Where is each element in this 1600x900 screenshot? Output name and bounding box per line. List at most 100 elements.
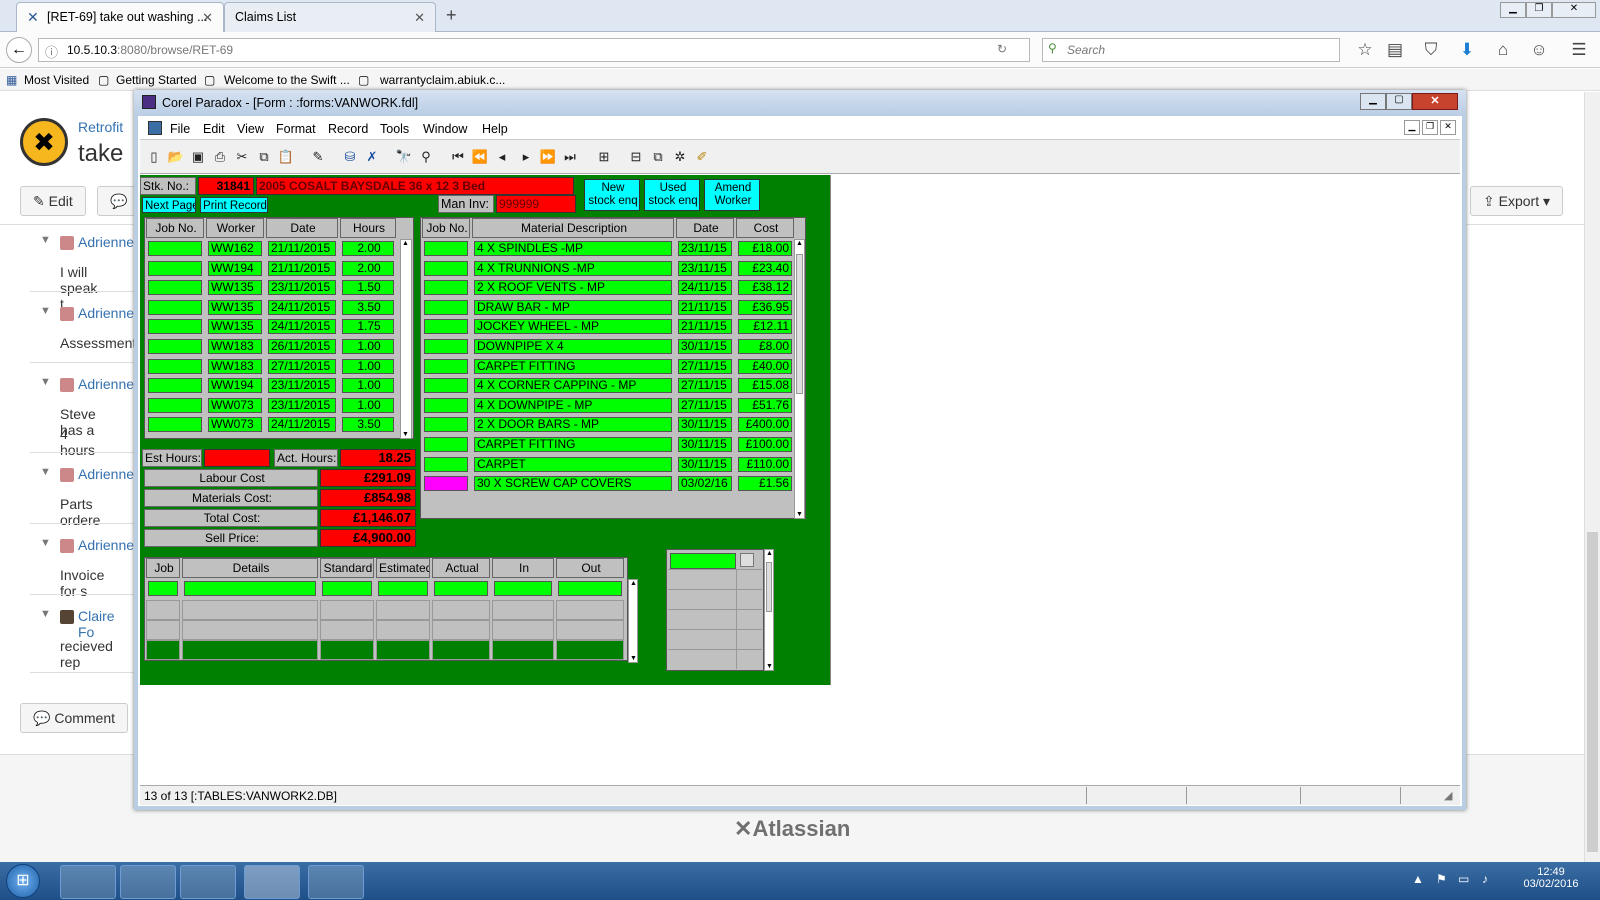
material-cost-cell[interactable]: £51.76 bbox=[738, 397, 792, 413]
side-grid-row[interactable] bbox=[668, 609, 762, 629]
collapse-chevron-icon[interactable]: ▼ bbox=[40, 234, 51, 246]
job-actual-cell[interactable] bbox=[432, 600, 490, 620]
close-window-icon[interactable]: ✕ bbox=[1412, 93, 1458, 110]
labour-hours-cell[interactable]: 1.00 bbox=[342, 397, 394, 413]
reload-icon[interactable]: ↻ bbox=[997, 42, 1007, 56]
material-jobno-cell[interactable] bbox=[424, 260, 468, 276]
prev-record-icon[interactable]: ◂ bbox=[492, 147, 512, 167]
material-jobno-cell[interactable] bbox=[424, 437, 468, 452]
job-standard-cell[interactable] bbox=[322, 581, 372, 596]
job-job-cell[interactable] bbox=[146, 600, 180, 620]
materials-cost-field[interactable]: £854.98 bbox=[320, 489, 416, 507]
labour-hours-cell[interactable]: 2.00 bbox=[342, 260, 394, 276]
zoom-icon[interactable]: ⊞ bbox=[594, 147, 614, 167]
material-date-cell[interactable]: 21/11/15 bbox=[678, 319, 732, 335]
form-doc-icon[interactable] bbox=[148, 121, 162, 135]
experts-wand-icon[interactable]: ✐ bbox=[692, 147, 712, 167]
material-jobno-cell[interactable] bbox=[424, 378, 468, 394]
material-description-cell[interactable]: 30 X SCREW CAP COVERS bbox=[474, 476, 672, 492]
reading-list-icon[interactable]: ▤ bbox=[1384, 40, 1406, 62]
side-grid-field[interactable] bbox=[670, 553, 736, 569]
paradox-taskbar-icon[interactable] bbox=[244, 865, 300, 899]
explorer-taskbar-icon[interactable] bbox=[60, 865, 116, 899]
collapse-chevron-icon[interactable]: ▼ bbox=[40, 305, 51, 317]
pocket-icon[interactable]: ⛉ bbox=[1420, 40, 1442, 62]
job-job-cell[interactable] bbox=[146, 620, 180, 640]
menu-view[interactable]: View bbox=[237, 122, 264, 136]
material-date-cell[interactable]: 30/11/15 bbox=[678, 456, 732, 472]
material-description-cell[interactable]: 4 X DOWNPIPE - MP bbox=[474, 397, 672, 413]
labour-date-cell[interactable]: 21/11/2015 bbox=[268, 260, 336, 276]
author-link[interactable]: Adrienne bbox=[78, 305, 134, 321]
print-record-button[interactable]: Print Record bbox=[200, 197, 268, 213]
new-icon[interactable]: ▯ bbox=[144, 147, 164, 167]
new-tab-icon[interactable]: + bbox=[446, 5, 457, 26]
first-record-icon[interactable]: ⏮ bbox=[448, 147, 468, 167]
labour-worker-cell[interactable]: WW135 bbox=[208, 319, 262, 335]
material-jobno-cell[interactable] bbox=[424, 280, 468, 296]
job-estimated-cell[interactable] bbox=[378, 581, 428, 596]
material-jobno-cell[interactable] bbox=[424, 241, 468, 256]
material-cost-cell[interactable]: £400.00 bbox=[738, 417, 792, 433]
scroll-down-icon[interactable]: ▼ bbox=[402, 431, 409, 438]
scroll-down-icon[interactable]: ▼ bbox=[630, 655, 637, 662]
clock[interactable]: 12:49 03/02/2016 bbox=[1522, 866, 1580, 890]
material-date-cell[interactable]: 24/11/15 bbox=[678, 280, 732, 296]
stk-description-field[interactable]: 2005 COSALT BAYSDALE 36 x 12 3 Bed bbox=[256, 177, 574, 195]
query-icon[interactable]: ⧉ bbox=[648, 147, 668, 167]
material-description-cell[interactable]: DOWNPIPE X 4 bbox=[474, 339, 672, 354]
material-jobno-cell[interactable] bbox=[424, 456, 468, 472]
material-jobno-cell[interactable] bbox=[424, 339, 468, 354]
scroll-up-icon[interactable]: ▲ bbox=[766, 550, 773, 557]
material-cost-cell[interactable]: £36.95 bbox=[738, 299, 792, 315]
material-description-cell[interactable]: DRAW BAR - MP bbox=[474, 299, 672, 315]
side-grid-row[interactable] bbox=[668, 569, 762, 589]
close-tab-icon[interactable]: ✕ bbox=[202, 10, 213, 26]
collapse-chevron-icon[interactable]: ▼ bbox=[40, 608, 51, 620]
open-icon[interactable]: 📂 bbox=[166, 147, 186, 167]
material-date-cell[interactable]: 27/11/15 bbox=[678, 378, 732, 394]
page-scrollbar[interactable] bbox=[1584, 92, 1600, 862]
labour-jobno-cell[interactable] bbox=[148, 241, 202, 256]
labour-jobno-cell[interactable] bbox=[148, 319, 202, 335]
material-cost-cell[interactable]: £15.08 bbox=[738, 378, 792, 394]
materials-scrollbar[interactable]: ▲ ▼ bbox=[794, 239, 805, 519]
material-date-cell[interactable]: 30/11/15 bbox=[678, 339, 732, 354]
minimize-icon[interactable]: ▁ bbox=[1500, 2, 1526, 18]
material-jobno-cell[interactable] bbox=[424, 319, 468, 335]
network-icon[interactable]: ▭ bbox=[1458, 872, 1469, 886]
find-icon[interactable]: 🔭 bbox=[394, 147, 414, 167]
volume-icon[interactable]: ♪ bbox=[1482, 872, 1488, 886]
total-cost-field[interactable]: £1,146.07 bbox=[320, 509, 416, 527]
side-grid-scrollbar[interactable]: ▲ ▼ bbox=[764, 549, 774, 671]
labour-hours-cell[interactable]: 2.00 bbox=[342, 241, 394, 256]
new-stock-enq-button[interactable]: New stock enq bbox=[584, 179, 640, 211]
paste-icon[interactable]: 📋 bbox=[276, 147, 296, 167]
sell-price-field[interactable]: £4,900.00 bbox=[320, 529, 416, 547]
material-cost-cell[interactable]: £12.11 bbox=[738, 319, 792, 335]
material-jobno-cell[interactable] bbox=[424, 476, 468, 492]
labour-jobno-cell[interactable] bbox=[148, 417, 202, 433]
material-cost-cell[interactable]: £40.00 bbox=[738, 358, 792, 374]
labour-hours-cell[interactable]: 3.50 bbox=[342, 299, 394, 315]
browser-tab-ret69[interactable]: ✕ [RET-69] take out washing ... ✕ bbox=[16, 2, 224, 32]
menu-tools[interactable]: Tools bbox=[380, 122, 409, 136]
menu-record[interactable]: Record bbox=[328, 122, 368, 136]
material-date-cell[interactable]: 30/11/15 bbox=[678, 417, 732, 433]
expert-icon[interactable]: ✲ bbox=[670, 147, 690, 167]
job-job-cell[interactable] bbox=[146, 640, 180, 660]
author-link[interactable]: Adrienne bbox=[78, 376, 134, 392]
child-close-icon[interactable]: ✕ bbox=[1440, 120, 1456, 135]
export-button[interactable]: ⇪ Export ▾ bbox=[1470, 186, 1564, 216]
print-icon[interactable]: ⎙ bbox=[210, 147, 230, 167]
menu-window[interactable]: Window bbox=[423, 122, 467, 136]
labour-worker-cell[interactable]: WW162 bbox=[208, 241, 262, 256]
job-in-cell[interactable] bbox=[492, 640, 554, 660]
labour-hours-cell[interactable]: 1.00 bbox=[342, 358, 394, 374]
material-date-cell[interactable]: 21/11/15 bbox=[678, 299, 732, 315]
next-record-icon[interactable]: ▸ bbox=[516, 147, 536, 167]
labour-date-cell[interactable]: 27/11/2015 bbox=[268, 358, 336, 374]
firefox-taskbar-icon[interactable] bbox=[180, 865, 236, 899]
material-jobno-cell[interactable] bbox=[424, 358, 468, 374]
job-in-cell[interactable] bbox=[492, 600, 554, 620]
